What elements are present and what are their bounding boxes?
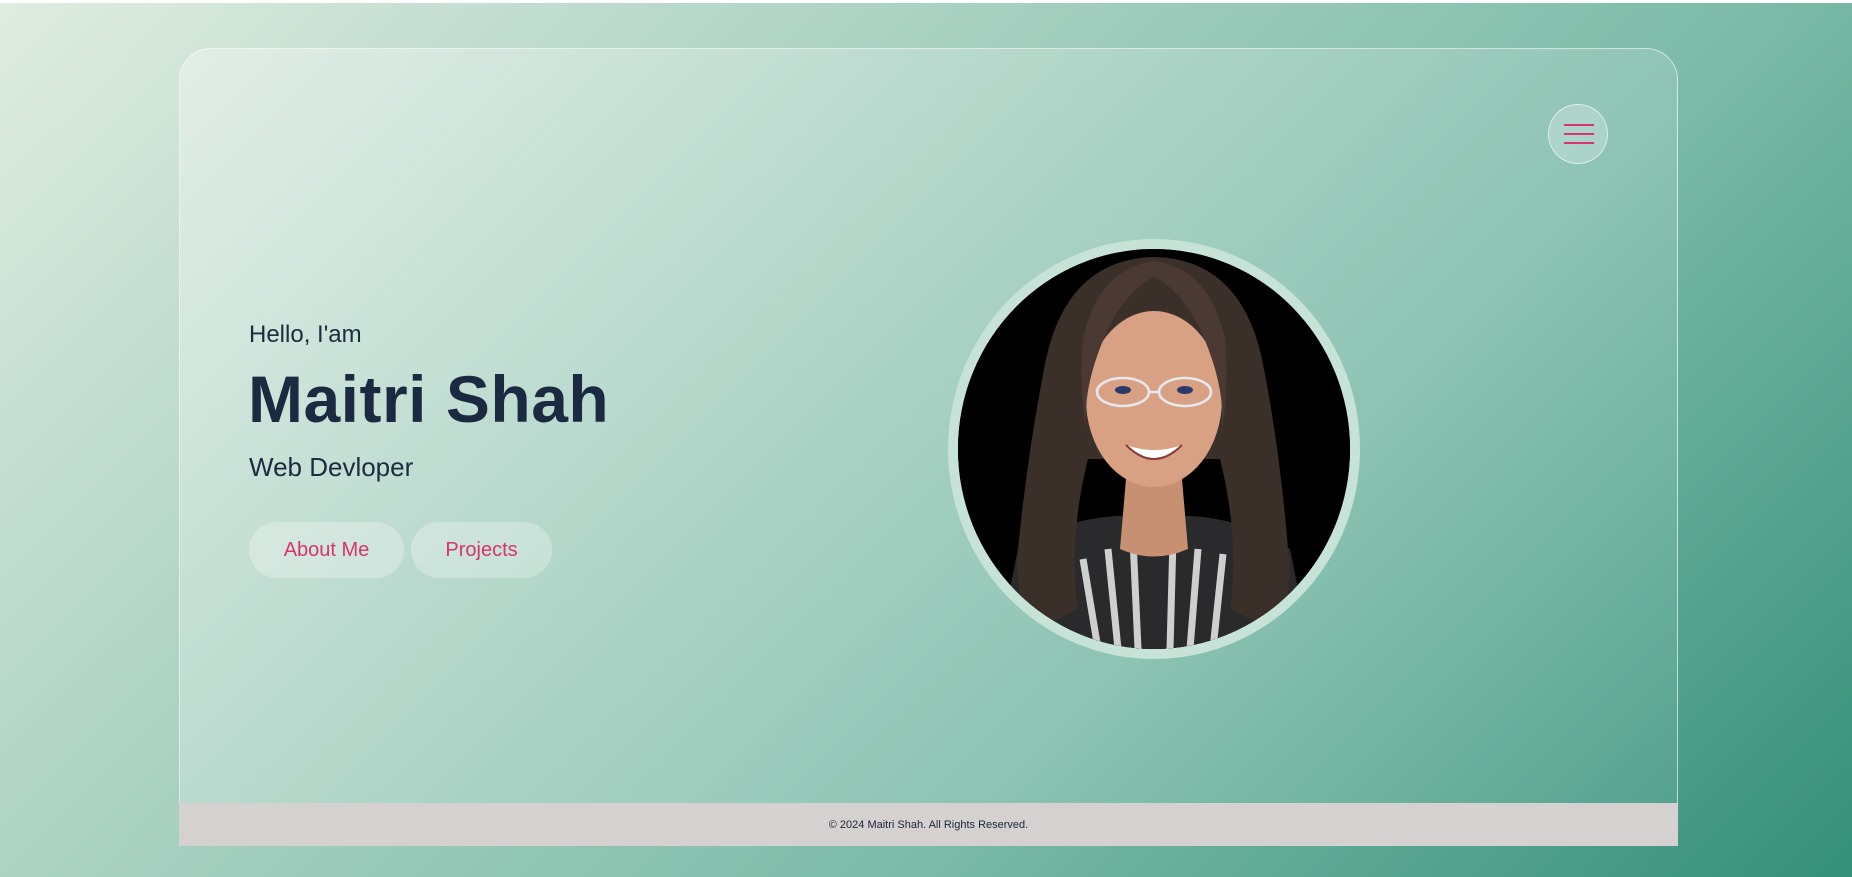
hamburger-menu-icon[interactable] [1564,124,1594,126]
hero-card: Hello, I'am Maitri Shah Web Devloper Abo… [179,48,1678,845]
hamburger-menu-icon-bar[interactable] [1564,142,1594,144]
page-top-edge [0,0,1852,3]
hero-greeting: Hello, I'am [249,321,362,348]
about-me-button[interactable]: About Me [249,522,404,578]
site-footer: © 2024 Maitri Shah. All Rights Reserved. [179,803,1678,846]
profile-photo-illustration [958,249,1350,649]
hamburger-menu-icon-bar[interactable] [1564,133,1594,135]
footer-copyright: © 2024 Maitri Shah. All Rights Reserved. [828,818,1029,831]
hero-role: Web Devloper [249,452,414,482]
profile-photo-frame [948,239,1360,659]
menu-button[interactable] [1548,104,1608,164]
profile-photo [958,249,1350,649]
projects-button[interactable]: Projects [411,522,552,578]
hero-name: Maitri Shah [248,362,610,436]
